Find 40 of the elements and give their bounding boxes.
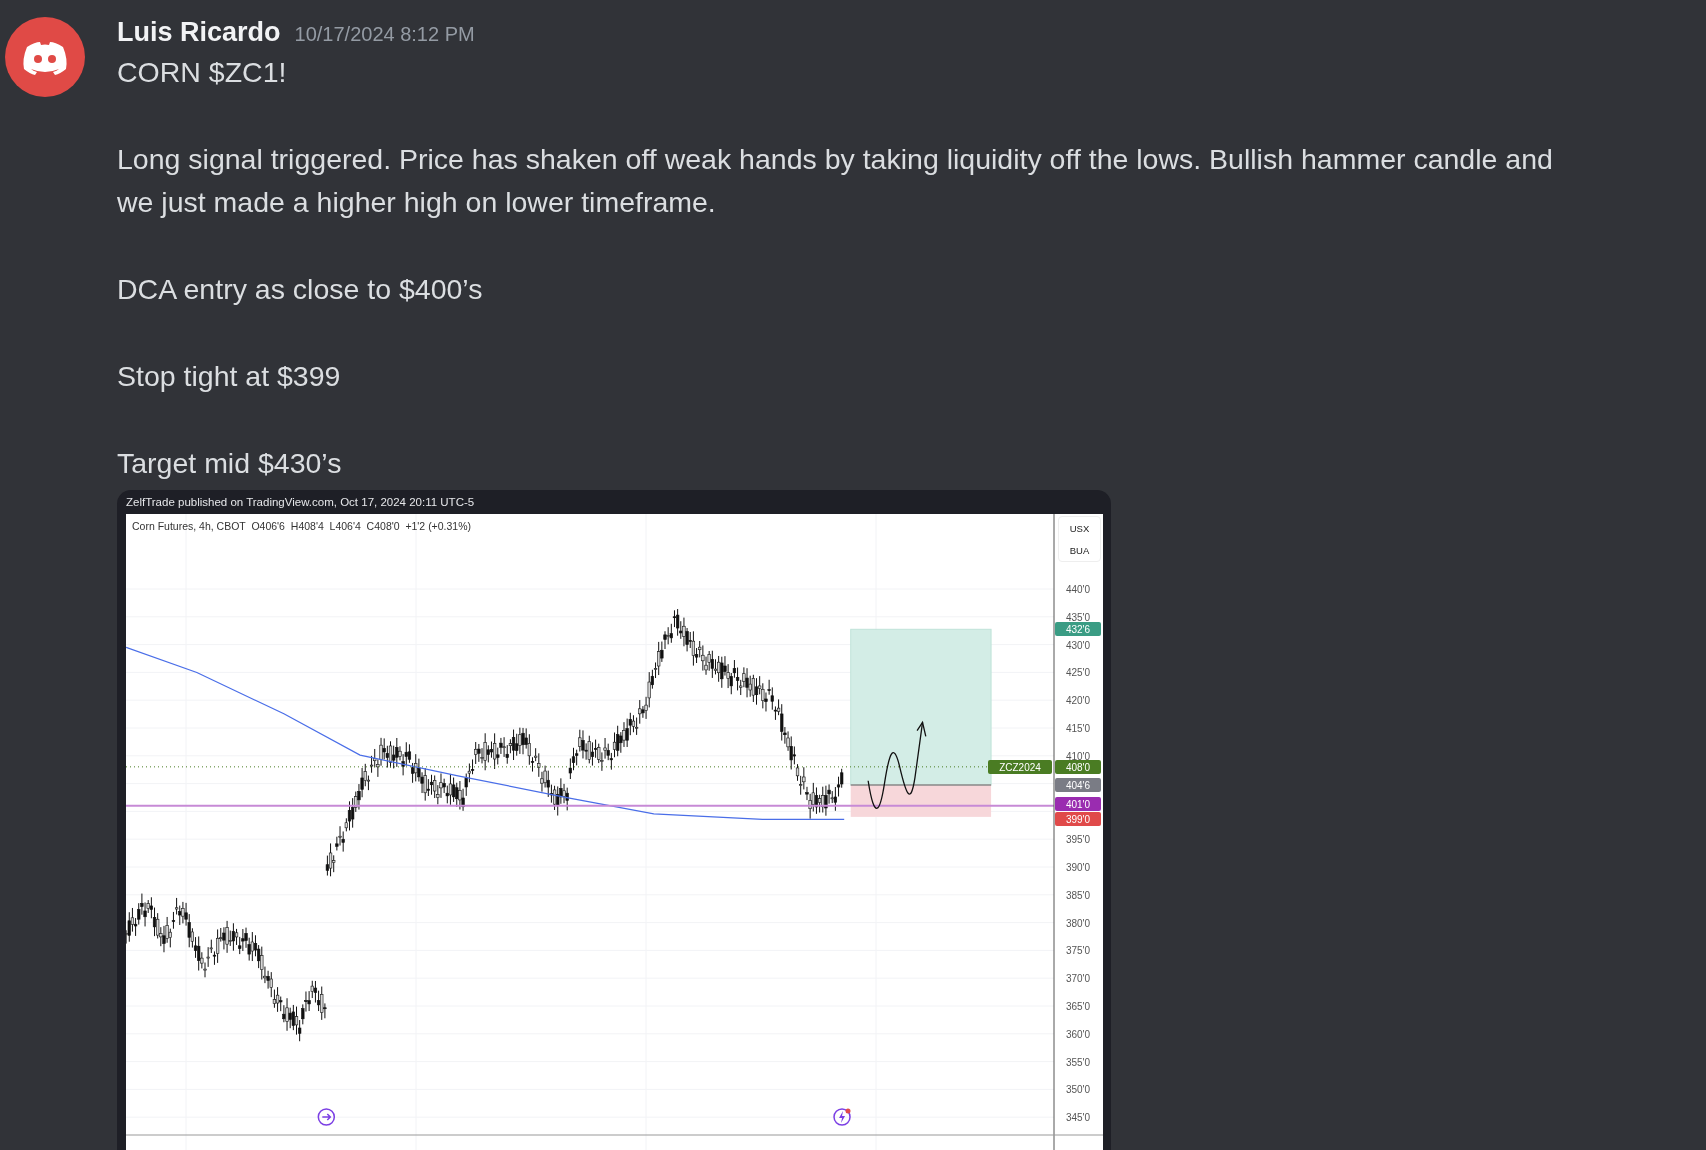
currency-label: BUA	[1069, 544, 1090, 556]
symbol-tag: ZCZ2024	[988, 760, 1052, 774]
axis-tick-label: 365'0	[1065, 1001, 1091, 1012]
axis-tick-label: 375'0	[1065, 945, 1091, 957]
chart-image[interactable]	[117, 490, 1111, 1150]
currency-box[interactable]: USX BUA	[1058, 516, 1101, 562]
axis-tick-label: 390'0	[1065, 862, 1091, 873]
avatar-icon[interactable]	[5, 17, 85, 97]
price-tag: 404'6	[1055, 778, 1101, 792]
axis-tick-label: 435'0	[1065, 611, 1091, 623]
replay-icon[interactable]	[317, 1108, 336, 1126]
price-tag: 408'0	[1055, 760, 1101, 774]
price-tag: 401'0	[1055, 797, 1101, 811]
price-tag: 432'6	[1055, 622, 1101, 636]
axis-tick-label: 355'0	[1065, 1056, 1091, 1068]
author-name[interactable]: Luis Ricardo	[117, 17, 281, 48]
axis-tick-label: 430'0	[1065, 639, 1091, 651]
message-text: Target mid $430’s	[117, 446, 343, 481]
axis-tick-label: 420'0	[1065, 695, 1091, 707]
chart-legend: Corn Futures, 4h, CBOT O406'6 H408'4 L406'4 C408'0 +1'2 (+0.31%)	[132, 520, 472, 532]
axis-tick-label: 415'0	[1065, 723, 1091, 734]
message-text: CORN $ZC1!	[117, 55, 288, 90]
timestamp: 10/17/2024 8:12 PM	[294, 23, 475, 46]
price-tag: 399'0	[1055, 812, 1101, 826]
axis-tick-label: 385'0	[1065, 889, 1091, 901]
axis-tick-label: 350'0	[1065, 1084, 1091, 1096]
axis-tick-label: 440'0	[1065, 584, 1091, 595]
lightning-icon[interactable]	[833, 1108, 851, 1126]
message-text: Stop tight at $399	[117, 359, 342, 394]
axis-tick-label: 360'0	[1065, 1028, 1091, 1040]
chart-caption: ZelfTrade published on TradingView.com, Oct 17, 2024 20:11 UTC-5	[126, 495, 476, 510]
currency-label: USX	[1069, 522, 1090, 534]
axis-tick-label: 345'0	[1065, 1112, 1091, 1124]
axis-tick-label: 395'0	[1065, 834, 1091, 846]
axis-tick-label: 425'0	[1065, 667, 1091, 679]
axis-tick-label: 380'0	[1065, 917, 1091, 929]
axis-tick-label: 370'0	[1065, 973, 1091, 985]
axis-tick-label: 410'0	[1065, 750, 1091, 762]
message-text: DCA entry as close to $400’s	[117, 272, 484, 307]
message-text: Long signal triggered. Price has shaken off weak hands by taking liquidity off the lows. Bullish hammer candle and we just made a higher high on lower timeframe.	[117, 142, 1554, 220]
